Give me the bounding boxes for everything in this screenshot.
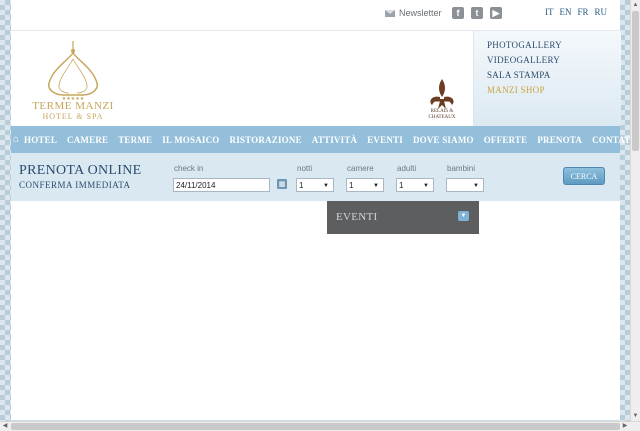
checkin-label: check in [174,164,204,173]
eventi-panel: EVENTI ▼ [327,201,479,234]
nav-item-il-mosaico[interactable]: IL MOSAICO [157,135,224,145]
lang-en[interactable]: EN [560,7,572,17]
vertical-scrollbar[interactable]: ▲ ▼ [630,0,640,421]
scroll-up-icon[interactable]: ▲ [631,0,640,10]
header: ★★★★★ TERME MANZI HOTEL & SPA RELAIS & C… [11,31,621,126]
nav-item-attivita[interactable]: ATTIVITÀ [307,135,362,145]
notti-label: notti [297,164,313,173]
nav-item-ristorazione[interactable]: RISTORAZIONE [225,135,307,145]
camere-value: 1 [349,181,354,190]
nav-item-terme[interactable]: TERME [113,135,157,145]
logo-subtitle: HOTEL & SPA [42,112,104,121]
relais-chateaux-text: RELAIS & CHATEAUX [428,109,456,120]
right-pattern-border [620,0,630,431]
nav-item-dove-siamo[interactable]: DOVE SIAMO [408,135,479,145]
lang-fr[interactable]: FR [578,7,589,17]
photogallery-link[interactable]: PHOTOGALLERY [487,40,562,50]
page: Newsletter f t ▶ IT EN FR RU ★★★★★ TERME… [11,0,640,420]
left-pattern-border [0,0,11,431]
chevron-down-icon: ▼ [373,183,379,189]
checkin-input[interactable]: 24/11/2014 [173,178,270,192]
lang-it[interactable]: IT [545,7,554,17]
bambini-label: bambini [447,164,476,173]
twitter-icon[interactable]: t [471,7,483,19]
youtube-icon[interactable]: ▶ [490,7,502,19]
vertical-scroll-thumb[interactable] [632,11,639,151]
bambini-select[interactable]: ▼ [446,178,484,192]
adulti-value: 1 [399,181,404,190]
dome-logo-icon: ★★★★★ [48,41,98,102]
chevron-down-icon: ▼ [473,183,479,189]
camere-select[interactable]: 1 ▼ [346,178,384,192]
camere-label: camere [347,164,374,173]
search-button[interactable]: CERCA [563,167,605,185]
newsletter-label: Newsletter [399,8,442,18]
language-switcher: IT EN FR RU [545,7,607,17]
eventi-toggle-chevron-down-icon[interactable]: ▼ [458,211,469,221]
notti-value: 1 [299,181,304,190]
scroll-right-icon[interactable]: ▶ [620,422,630,431]
booking-title: PRENOTA ONLINE [19,163,142,178]
main-nav: ⌂ HOTEL CAMERE TERME IL MOSAICO RISTORAZ… [11,126,640,153]
horizontal-scrollbar[interactable]: ◀ ▶ [0,421,640,431]
videogallery-link[interactable]: VIDEOGALLERY [487,55,560,65]
nav-item-prenota[interactable]: PRENOTA [532,135,587,145]
scroll-left-icon[interactable]: ◀ [0,422,10,431]
adulti-label: adulti [397,164,417,173]
envelope-icon [385,9,395,17]
manzi-shop-link[interactable]: MANZI SHOP [487,85,545,95]
nav-item-eventi[interactable]: EVENTI [362,135,408,145]
nav-item-offerte[interactable]: OFFERTE [479,135,533,145]
adulti-select[interactable]: 1 ▼ [396,178,434,192]
terme-manzi-logo[interactable]: ★★★★★ TERME MANZI HOTEL & SPA [23,39,113,121]
chevron-down-icon: ▼ [423,183,429,189]
sala-stampa-link[interactable]: SALA STAMPA [487,70,551,80]
eventi-title: EVENTI [336,211,378,223]
booking-bar: PRENOTA ONLINE CONFERMA IMMEDIATA check … [11,153,620,201]
chevron-down-icon: ▼ [323,183,329,189]
horizontal-scroll-thumb[interactable] [11,423,620,430]
logo-title: TERME MANZI [32,100,114,112]
booking-subtitle: CONFERMA IMMEDIATA [19,180,131,190]
lang-ru[interactable]: RU [595,7,608,17]
nav-item-camere[interactable]: CAMERE [62,135,113,145]
notti-select[interactable]: 1 ▼ [296,178,334,192]
calendar-icon[interactable]: ▦ [277,179,287,189]
side-links-panel: PHOTOGALLERY VIDEOGALLERY SALA STAMPA MA… [473,31,621,126]
facebook-icon[interactable]: f [452,7,464,19]
top-bar: Newsletter f t ▶ IT EN FR RU [11,0,620,31]
nav-item-hotel[interactable]: HOTEL [19,135,62,145]
scroll-down-icon[interactable]: ▼ [631,411,640,421]
newsletter-link[interactable]: Newsletter [385,8,442,18]
